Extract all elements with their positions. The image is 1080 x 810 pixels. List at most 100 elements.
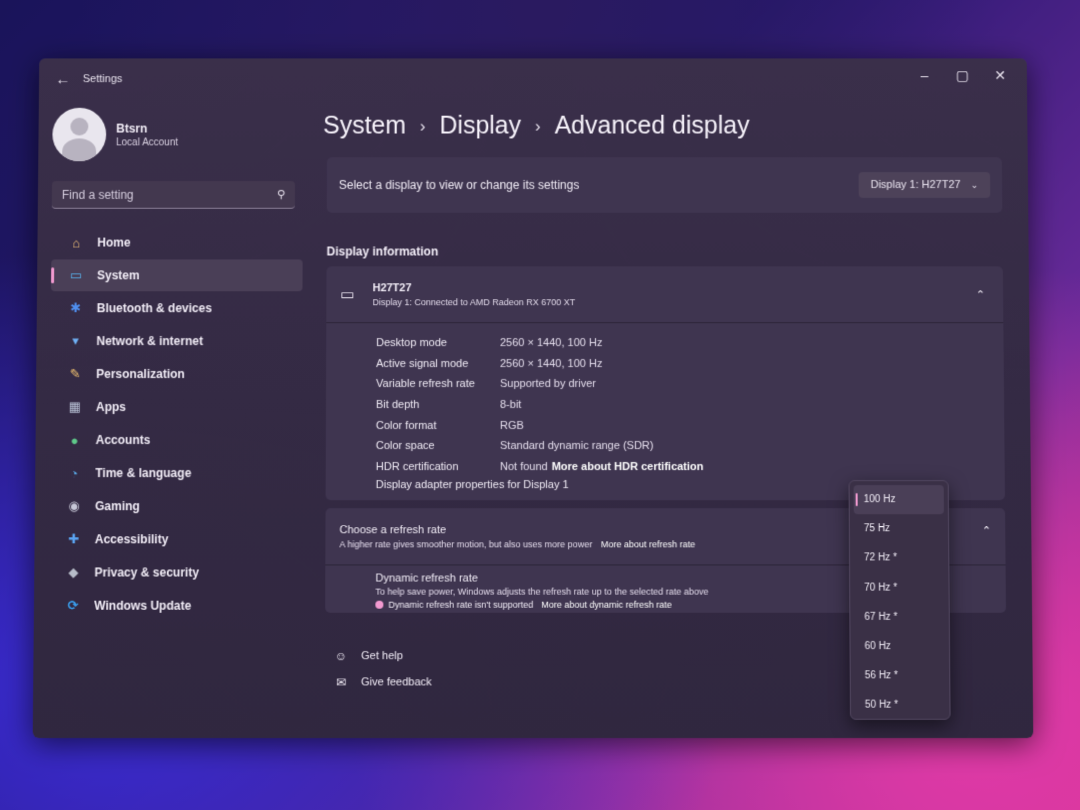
display-select[interactable]: Display 1: H27T27 ⌄: [858, 172, 991, 198]
sidebar-item-label: Network & internet: [96, 334, 204, 349]
sidebar-nav: ⌂ Home ▭ System ✱ Bluetooth & devices ▾ Network…: [48, 227, 311, 622]
property-label: Active signal mode: [376, 357, 469, 370]
help-link-label: Get help: [361, 650, 403, 663]
search-input[interactable]: [61, 187, 277, 202]
breadcrumb-display[interactable]: Display: [439, 112, 521, 141]
sidebar-item-personalization[interactable]: ✎ Personalization: [50, 358, 310, 390]
property-label: Color format: [375, 419, 437, 432]
avatar: [52, 107, 107, 162]
property-value: 2560 × 1440, 100 Hz: [500, 337, 603, 350]
hdr-certification-link[interactable]: More about HDR certification: [552, 461, 704, 473]
property-label: Color space: [375, 440, 435, 453]
display-select-value: Display 1: H27T27: [870, 179, 961, 191]
back-button[interactable]: ←: [49, 65, 77, 93]
property-row: Active signal mode 2560 × 1440, 100 Hz: [376, 354, 1004, 375]
sidebar-item-label: Bluetooth & devices: [96, 301, 212, 316]
wifi-icon: ▾: [72, 333, 79, 349]
property-value: Standard dynamic range (SDR): [499, 440, 654, 453]
breadcrumb-system[interactable]: System: [323, 112, 406, 141]
close-button[interactable]: ✕: [981, 62, 1019, 88]
sidebar-item-label: System: [96, 268, 140, 283]
property-value: RGB: [499, 419, 524, 432]
sidebar-item-label: Accessibility: [94, 532, 169, 547]
chevron-up-icon[interactable]: ⌃: [982, 524, 991, 537]
refresh-option[interactable]: 100 Hz: [853, 485, 944, 515]
gamepad-icon: ◉: [68, 498, 80, 514]
help-icon: ☺: [334, 649, 348, 664]
property-row: Color format RGB: [376, 415, 1004, 436]
sidebar-item-home[interactable]: ⌂ Home: [51, 227, 310, 259]
dynamic-refresh-warning-text: Dynamic refresh rate isn't supported: [388, 599, 534, 610]
refresh-option[interactable]: 60 Hz: [854, 632, 945, 661]
feedback-icon: ✉: [335, 675, 347, 690]
monitor-connection: Display 1: Connected to AMD Radeon RX 67…: [372, 296, 576, 307]
chevron-right-icon: ›: [535, 116, 541, 135]
sidebar-item-privacy-and-security[interactable]: ◆ Privacy & security: [48, 556, 309, 588]
sidebar-item-apps[interactable]: ▦ Apps: [50, 391, 310, 423]
sidebar-item-label: Accounts: [95, 433, 151, 448]
profile-account-type: Local Account: [116, 136, 179, 148]
property-value: 8-bit: [499, 399, 522, 412]
search-box[interactable]: ⚲: [51, 181, 295, 209]
profile-name: Btsrn: [116, 121, 148, 135]
minimize-button[interactable]: –: [906, 62, 944, 88]
display-info-heading: Display information: [326, 244, 439, 259]
refresh-option[interactable]: 70 Hz *: [854, 573, 945, 602]
property-value: 2560 × 1440, 100 Hz: [500, 357, 603, 370]
sidebar-item-label: Gaming: [95, 499, 140, 514]
refresh-option[interactable]: 72 Hz *: [854, 544, 944, 573]
brush-icon: ✎: [69, 366, 81, 382]
property-row: Desktop mode 2560 × 1440, 100 Hz: [376, 333, 1003, 354]
chevron-right-icon: ›: [419, 116, 426, 135]
property-label: HDR certification: [375, 460, 459, 473]
person-icon: ●: [70, 432, 79, 448]
globe-clock-icon: ◔: [70, 465, 79, 481]
refresh-option[interactable]: 75 Hz: [854, 514, 944, 543]
property-value: Not found: [499, 460, 548, 473]
sidebar-item-gaming[interactable]: ◉ Gaming: [49, 490, 310, 522]
home-icon: ⌂: [72, 235, 81, 251]
breadcrumb: System › Display › Advanced display: [323, 112, 750, 141]
sidebar-item-time-and-language[interactable]: ◔ Time & language: [49, 457, 310, 489]
help-links: ☺ Get help ✉ Give feedback: [333, 643, 432, 696]
property-row: HDR certification Not found More about HDR…: [376, 457, 1005, 478]
property-row: Bit depth 8-bit: [376, 395, 1004, 416]
display-properties: Desktop mode 2560 × 1440, 100 Hz Active si…: [326, 323, 1005, 491]
apps-icon: ▦: [68, 398, 82, 414]
select-display-label: Select a display to view or change its s…: [338, 178, 580, 192]
sidebar-item-bluetooth-and-devices[interactable]: ✱ Bluetooth & devices: [51, 292, 311, 324]
chevron-down-icon: ⌄: [970, 179, 979, 190]
refresh-option[interactable]: 50 Hz *: [855, 691, 946, 721]
maximize-button[interactable]: ▢: [943, 62, 981, 88]
get-help-link[interactable]: ☺ Get help: [333, 643, 432, 669]
give-feedback-link[interactable]: ✉ Give feedback: [333, 669, 432, 695]
info-icon: [375, 600, 384, 609]
refresh-option[interactable]: 56 Hz *: [855, 661, 946, 690]
property-label: Desktop mode: [376, 337, 448, 350]
property-label: Bit depth: [375, 399, 420, 412]
dynamic-refresh-link[interactable]: More about dynamic refresh rate: [541, 600, 672, 610]
sidebar-item-label: Home: [97, 235, 131, 250]
sidebar-item-accounts[interactable]: ● Accounts: [49, 424, 309, 456]
sidebar-item-network-and-internet[interactable]: ▾ Network & internet: [50, 325, 310, 357]
user-profile[interactable]: Btsrn Local Account: [52, 102, 311, 167]
update-icon: ⟳: [67, 597, 79, 613]
refresh-rate-desc-text: A higher rate gives smoother motion, but…: [339, 538, 593, 549]
monitor-name: H27T27: [372, 281, 412, 294]
chevron-up-icon[interactable]: ⌃: [972, 284, 989, 305]
search-icon[interactable]: ⚲: [277, 188, 285, 201]
sidebar-item-windows-update[interactable]: ⟳ Windows Update: [48, 590, 309, 622]
display-info-header[interactable]: ▭ H27T27 Display 1: Connected to AMD Rad…: [326, 266, 1004, 324]
sidebar-item-label: Personalization: [96, 367, 185, 382]
sidebar-item-accessibility[interactable]: ✚ Accessibility: [49, 523, 310, 555]
title-bar: ← Settings – ▢ ✕: [39, 58, 1027, 99]
sidebar-item-label: Apps: [95, 399, 126, 414]
sidebar-item-system[interactable]: ▭ System: [50, 259, 303, 292]
refresh-rate-dropdown: 100 Hz 75 Hz 72 Hz * 70 Hz * 67 Hz * 60 Hz 56 …: [848, 480, 951, 721]
refresh-rate-link[interactable]: More about refresh rate: [601, 539, 695, 549]
close-icon: ✕: [994, 66, 1006, 83]
monitor-icon: ▭: [69, 267, 83, 283]
refresh-option[interactable]: 67 Hz *: [854, 602, 945, 631]
select-display-card: Select a display to view or change its s…: [326, 157, 1003, 213]
accessibility-icon: ✚: [68, 531, 80, 547]
